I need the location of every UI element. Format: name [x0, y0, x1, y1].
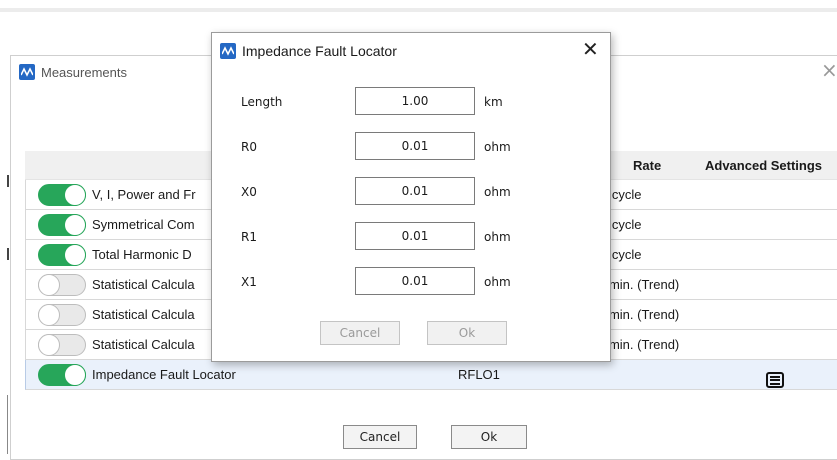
enable-toggle[interactable]: [38, 244, 86, 266]
column-header-rate: Rate: [633, 158, 662, 173]
enable-toggle[interactable]: [38, 334, 86, 356]
close-icon[interactable]: ✕: [582, 37, 599, 61]
edge-marker: [7, 175, 9, 187]
dialog-ok-button[interactable]: Ok: [427, 321, 507, 345]
measurement-name: Total Harmonic D: [92, 247, 192, 262]
r0-input[interactable]: 0.01: [355, 132, 475, 160]
measurement-name: Symmetrical Com: [92, 217, 195, 232]
app-logo-icon: [19, 64, 35, 80]
enable-toggle[interactable]: [38, 214, 86, 236]
settings-sliders-icon[interactable]: [766, 372, 784, 389]
dialog-title-bar: Impedance Fault Locator: [220, 43, 397, 59]
x0-unit: ohm: [484, 185, 511, 199]
r1-input[interactable]: 0.01: [355, 222, 475, 250]
measurement-name: V, I, Power and Fr: [92, 187, 196, 202]
enable-toggle[interactable]: [38, 274, 86, 296]
advanced-settings-button[interactable]: [766, 366, 784, 389]
x0-input[interactable]: 0.01: [355, 177, 475, 205]
enable-toggle[interactable]: [38, 364, 86, 386]
length-unit: km: [484, 95, 503, 109]
measurement-name: Statistical Calcula: [92, 307, 195, 322]
top-divider: [0, 8, 837, 12]
measurement-name: Statistical Calcula: [92, 337, 195, 352]
r1-label: R1: [241, 230, 257, 244]
close-icon[interactable]: ×: [821, 58, 837, 82]
measurement-name: Impedance Fault Locator: [92, 367, 236, 382]
dialog-title: Impedance Fault Locator: [242, 43, 397, 59]
r1-unit: ohm: [484, 230, 511, 244]
x1-label: X1: [241, 275, 257, 289]
x1-unit: ohm: [484, 275, 511, 289]
logical-node-tag: RFLO1: [458, 367, 500, 382]
enable-toggle[interactable]: [38, 304, 86, 326]
enable-toggle[interactable]: [38, 184, 86, 206]
measurement-rate: ) min. (Trend): [601, 277, 680, 292]
cancel-button[interactable]: Cancel: [343, 425, 417, 449]
edge-marker: [7, 248, 9, 260]
r0-label: R0: [241, 140, 257, 154]
length-input[interactable]: 1.00: [355, 87, 475, 115]
window-title: Measurements: [41, 64, 127, 80]
ok-button[interactable]: Ok: [451, 425, 527, 449]
measurement-name: Statistical Calcula: [92, 277, 195, 292]
table-row-selected[interactable]: Impedance Fault Locator RFLO1: [25, 360, 837, 390]
x0-label: X0: [241, 185, 257, 199]
x1-input[interactable]: 0.01: [355, 267, 475, 295]
r0-unit: ohm: [484, 140, 511, 154]
edge-marker: [7, 395, 8, 454]
measurement-rate: ) min. (Trend): [601, 337, 680, 352]
measurement-rate: ) min. (Trend): [601, 307, 680, 322]
app-logo-icon: [220, 43, 236, 59]
dialog-cancel-button[interactable]: Cancel: [320, 321, 400, 345]
window-title-bar: Measurements: [19, 64, 127, 80]
impedance-fault-locator-dialog: Impedance Fault Locator ✕ Length 1.00 km…: [211, 32, 611, 362]
length-label: Length: [241, 95, 283, 109]
column-header-advanced-settings: Advanced Settings: [705, 158, 823, 173]
